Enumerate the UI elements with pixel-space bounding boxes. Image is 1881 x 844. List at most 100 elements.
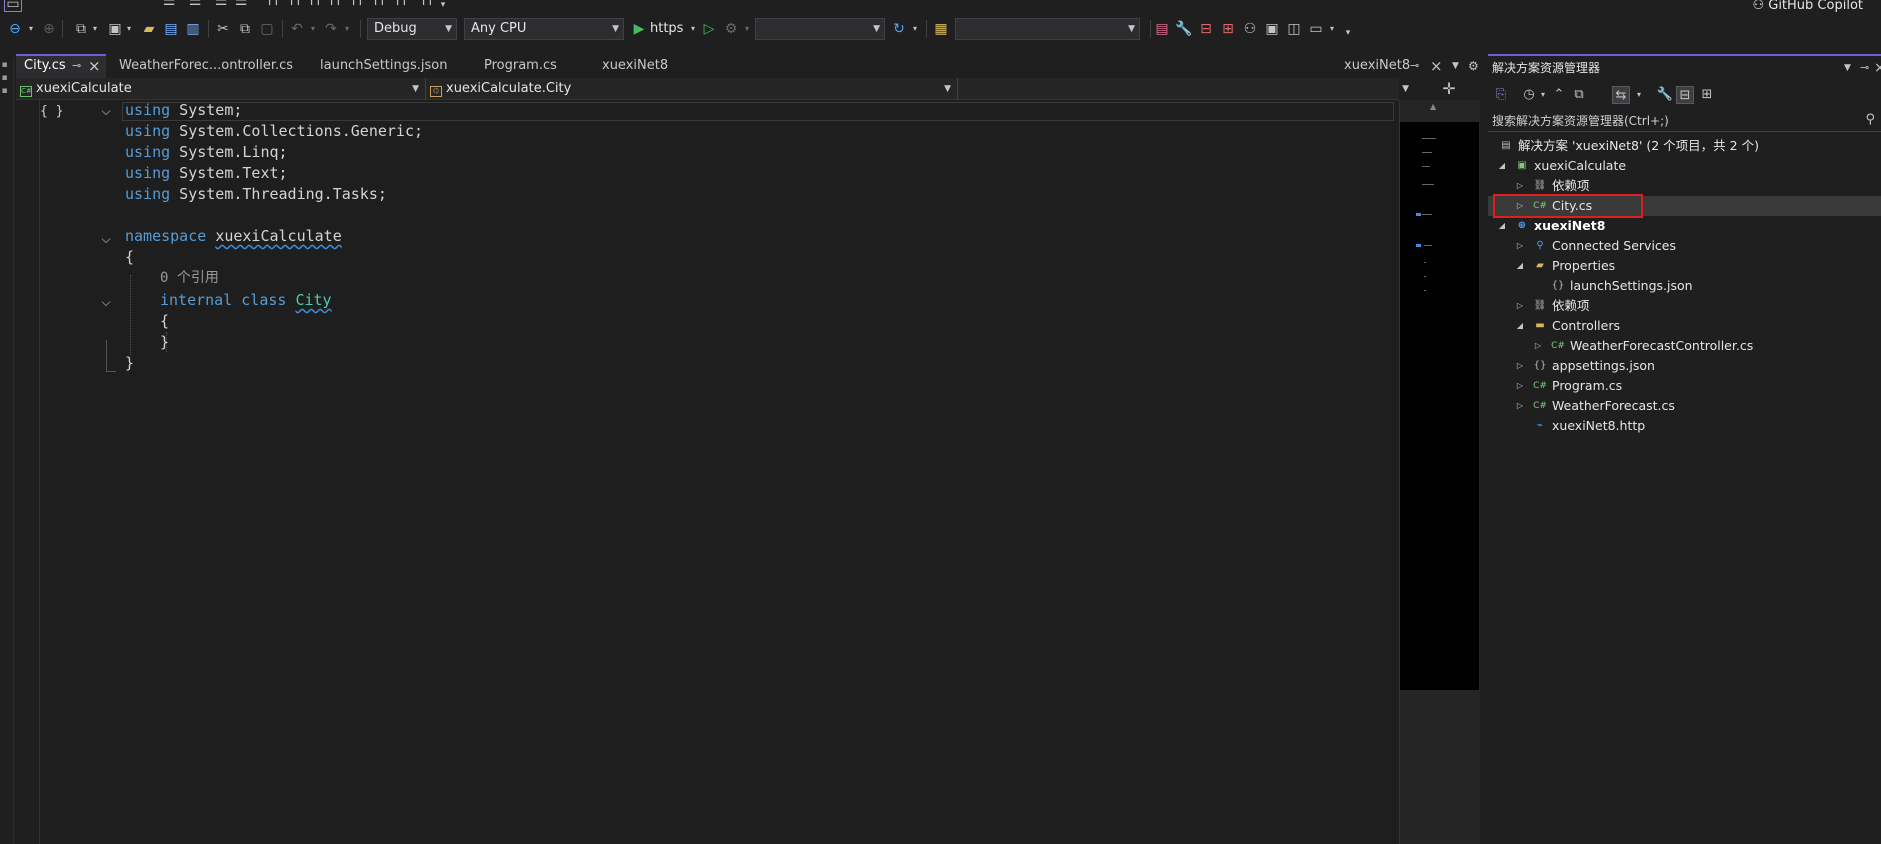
navigate-back-dropdown-icon[interactable]: ▾: [22, 20, 40, 38]
pin-icon[interactable]: ⊸: [1410, 54, 1419, 78]
bookmark-folder-next-icon[interactable]: ⊓: [370, 0, 388, 10]
tree-node-appsettings[interactable]: ▷ {} appsettings.json: [1488, 356, 1881, 376]
indent-icon[interactable]: ☰: [212, 0, 230, 10]
search-input[interactable]: [1492, 111, 1852, 131]
pin-icon[interactable]: ⊸: [1860, 60, 1869, 76]
collapse-all-icon[interactable]: ⌃: [1550, 86, 1568, 104]
settings-gear-icon[interactable]: ⚙: [1468, 54, 1479, 78]
preview-tab-xuexinet8[interactable]: xuexiNet8: [1344, 54, 1410, 78]
expand-icon[interactable]: ◢: [1496, 216, 1508, 236]
uncomment-icon[interactable]: ☰: [186, 0, 204, 10]
codelens-references[interactable]: 0 个引用: [160, 268, 219, 289]
outdent-icon[interactable]: ☰: [232, 0, 250, 10]
redo-dropdown-icon[interactable]: ▾: [338, 20, 356, 38]
wrench-icon[interactable]: 🔧: [1175, 20, 1193, 38]
toolbox-icon[interactable]: ⊞: [1219, 20, 1237, 38]
solution-platform-select[interactable]: Any CPU ▼: [464, 18, 624, 40]
refresh-dropdown-icon[interactable]: ▾: [906, 20, 924, 38]
tree-node-solution[interactable]: ▤ 解决方案 'xuexiNet8' (2 个项目，共 2 个): [1488, 136, 1881, 156]
tree-node-connected-services[interactable]: ▷ ⚲ Connected Services: [1488, 236, 1881, 256]
tab-launchsettings-json[interactable]: launchSettings.json: [312, 54, 462, 78]
text-editor-toolbar-icon[interactable]: ▭: [4, 0, 22, 12]
tree-node-weatherforecast-cs[interactable]: ▷ C# WeatherForecast.cs: [1488, 396, 1881, 416]
tree-node-xuexinet8[interactable]: ◢ ⊕ xuexiNet8: [1488, 216, 1881, 236]
tab-city-cs[interactable]: City.cs ⊸ ×: [16, 54, 106, 78]
add-item-dropdown-icon[interactable]: ▾: [120, 20, 138, 38]
toolbox-tab[interactable]: ▪: [2, 60, 12, 71]
member-select[interactable]: ▼: [958, 78, 1415, 100]
properties-wrench-icon[interactable]: 🔧: [1656, 86, 1674, 104]
tree-node-xuexicalculate[interactable]: ◢ ▣ xuexiCalculate: [1488, 156, 1881, 176]
feedback-icon[interactable]: ▤: [1153, 20, 1171, 38]
hot-reload-dropdown-icon[interactable]: ▾: [738, 20, 756, 38]
bookmark-folder-prev-icon[interactable]: ⊓: [392, 0, 410, 10]
save-icon[interactable]: ▤: [162, 20, 180, 38]
sync-with-active-document-icon[interactable]: ⇆: [1612, 86, 1630, 104]
collapse-icon[interactable]: ▷: [1514, 176, 1526, 196]
code-editor[interactable]: [16, 100, 1399, 844]
close-icon[interactable]: ×: [1430, 54, 1443, 78]
pin-icon[interactable]: ⊸: [72, 56, 81, 76]
tab-weatherforecast-controller[interactable]: WeatherForec...ontroller.cs: [111, 54, 293, 78]
toolbar-customize-icon[interactable]: ▾: [1339, 24, 1357, 42]
paste-icon[interactable]: ▢: [258, 20, 276, 38]
bookmark-next-icon[interactable]: ⊓: [306, 0, 324, 10]
toolbar-overflow-icon[interactable]: ▾: [434, 0, 452, 14]
tree-node-controllers[interactable]: ◢ ▬ Controllers: [1488, 316, 1881, 336]
close-icon[interactable]: ×: [1874, 60, 1881, 76]
undo-dropdown-icon[interactable]: ▾: [304, 20, 322, 38]
sync-dropdown-icon[interactable]: ▾: [1630, 86, 1648, 104]
expand-icon[interactable]: ◢: [1514, 316, 1526, 336]
bookmark-clear-icon[interactable]: ⊓: [326, 0, 344, 10]
startup-item-select[interactable]: ▼: [755, 18, 885, 40]
close-icon[interactable]: ×: [88, 56, 101, 76]
start-debugging-icon[interactable]: ▶: [630, 20, 648, 38]
scroll-up-icon[interactable]: ▲: [1430, 102, 1436, 111]
find-combo[interactable]: ▼: [955, 18, 1140, 40]
window-position-dropdown-icon[interactable]: ▼: [1844, 60, 1851, 76]
tab-list-dropdown-icon[interactable]: ▼: [1452, 54, 1459, 78]
tree-node-properties[interactable]: ◢ ▰ Properties: [1488, 256, 1881, 276]
collapse-class-icon[interactable]: ⌵: [99, 295, 113, 310]
bookmark-icon[interactable]: ⊓: [264, 0, 282, 10]
tree-node-city-cs[interactable]: ▷ C# City.cs: [1488, 196, 1881, 216]
tree-node-program-cs[interactable]: ▷ C# Program.cs: [1488, 376, 1881, 396]
copy-icon[interactable]: ⧉: [236, 20, 254, 38]
search-icon[interactable]: ⚲: [1865, 112, 1875, 127]
project-select[interactable]: C# xuexiCalculate ▼: [16, 78, 426, 100]
collapse-icon[interactable]: ▷: [1514, 396, 1526, 416]
data-sources-tab[interactable]: ▪: [2, 86, 12, 97]
solution-explorer-search[interactable]: ⚲: [1488, 110, 1881, 132]
collapse-namespace-icon[interactable]: ⌵: [99, 232, 113, 247]
tree-node-weatherforecastcontroller[interactable]: ▷ C# WeatherForecastController.cs: [1488, 336, 1881, 356]
github-copilot-button[interactable]: ⚇ GitHub Copilot: [1752, 0, 1863, 14]
run-target-button[interactable]: https: [650, 18, 683, 40]
split-window-icon[interactable]: ◫: [1285, 20, 1303, 38]
browse-target-icon[interactable]: ▦: [932, 20, 950, 38]
new-project-dropdown-icon[interactable]: ▾: [86, 20, 104, 38]
collapse-icon[interactable]: ▷: [1514, 296, 1526, 316]
tree-node-launchsettings[interactable]: {} launchSettings.json: [1488, 276, 1881, 296]
tab-xuexinet8[interactable]: xuexiNet8: [594, 54, 704, 78]
window-layout-icon[interactable]: ▣: [1263, 20, 1281, 38]
comment-icon[interactable]: ☰: [160, 0, 178, 10]
start-without-debugging-icon[interactable]: ▷: [700, 20, 718, 38]
cut-icon[interactable]: ✂: [214, 20, 232, 38]
save-all-icon[interactable]: ▥: [184, 20, 202, 38]
collapse-icon[interactable]: ▷: [1514, 376, 1526, 396]
type-select[interactable]: ⌬ xuexiCalculate.City ▼: [426, 78, 958, 100]
open-folder-icon[interactable]: ▰: [140, 20, 158, 38]
minimap-viewport[interactable]: [1400, 122, 1479, 690]
show-all-files-icon[interactable]: ⧉: [1570, 86, 1588, 104]
expand-icon[interactable]: ◢: [1496, 156, 1508, 176]
solution-configuration-select[interactable]: Debug ▼: [367, 18, 457, 40]
tree-node-dependencies-net8[interactable]: ▷ ⛓ 依赖项: [1488, 296, 1881, 316]
tree-node-xuexinet8-http[interactable]: ⌁ xuexiNet8.http: [1488, 416, 1881, 436]
collapse-usings-icon[interactable]: ⌵: [99, 104, 113, 119]
bookmark-folder-icon[interactable]: ⊓: [348, 0, 366, 10]
preview-selected-items-icon[interactable]: ⊟: [1676, 86, 1694, 104]
team-explorer-icon[interactable]: ⚇: [1241, 20, 1259, 38]
live-share-icon[interactable]: ⊟: [1197, 20, 1215, 38]
expand-icon[interactable]: ◢: [1514, 256, 1526, 276]
tree-node-dependencies[interactable]: ▷ ⛓ 依赖项: [1488, 176, 1881, 196]
